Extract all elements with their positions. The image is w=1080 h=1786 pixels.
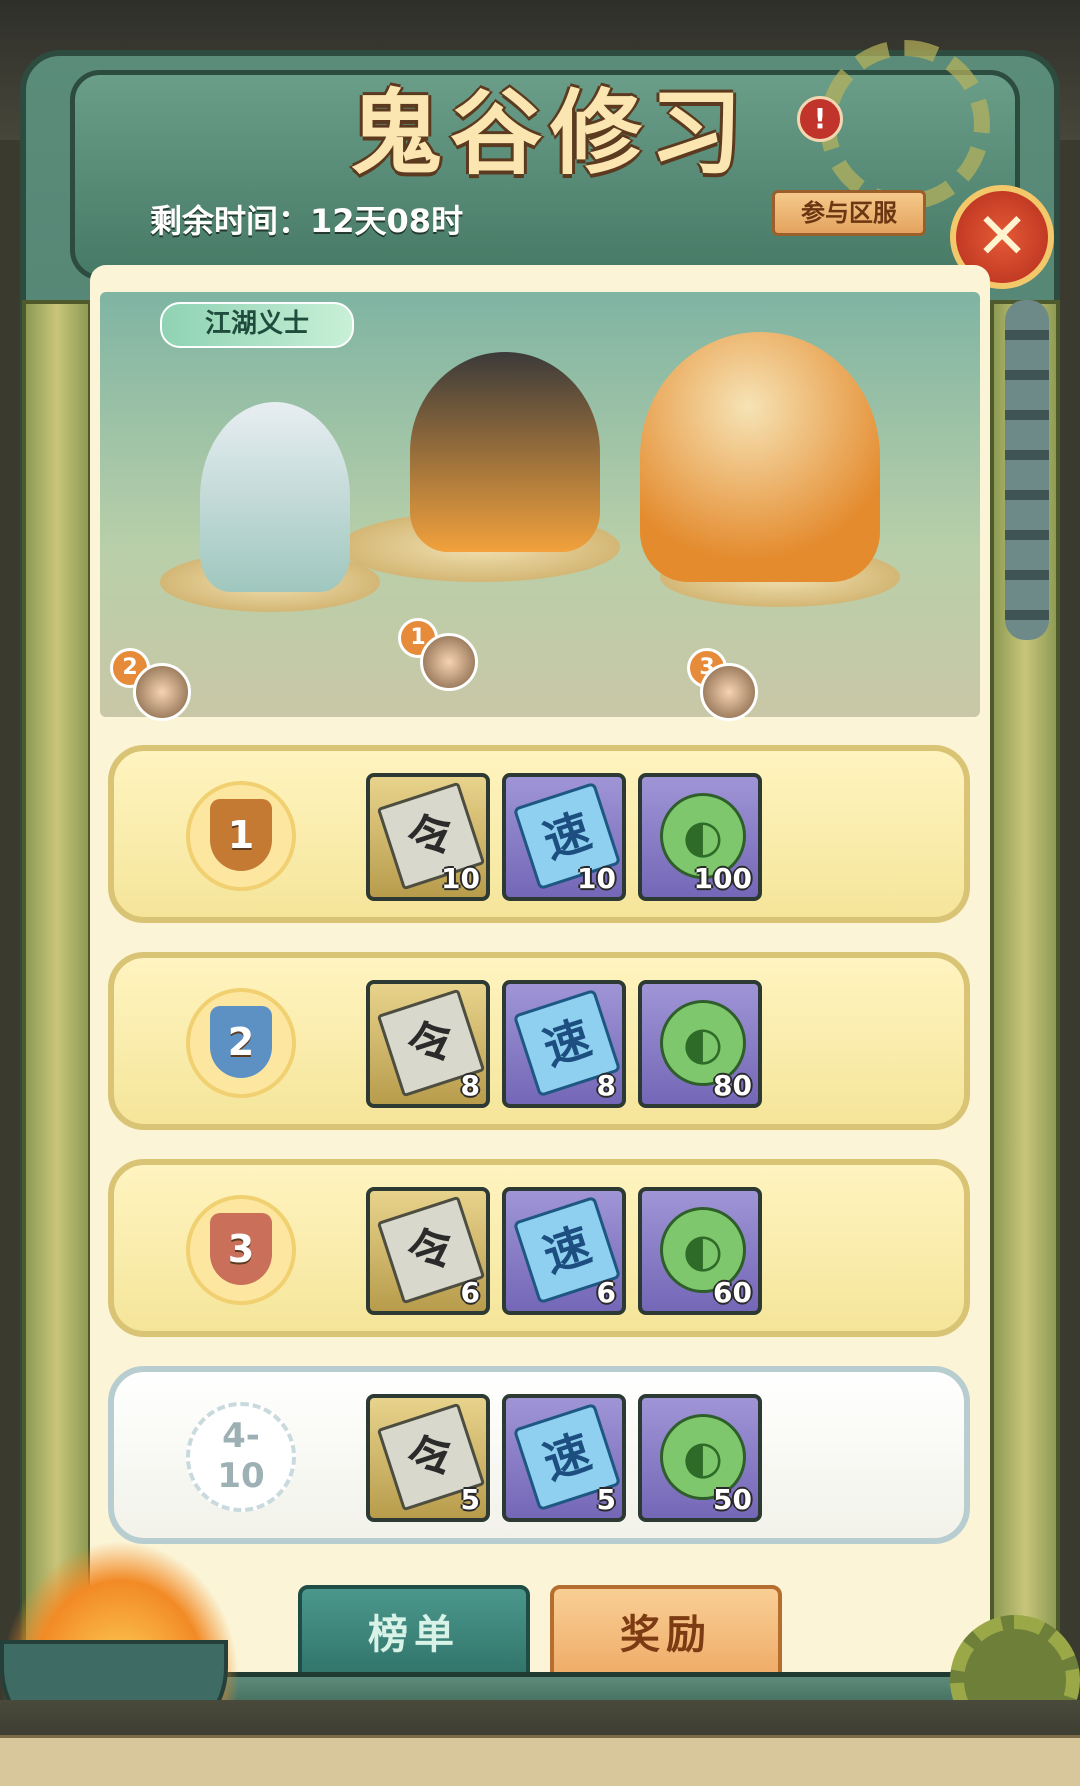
token-item[interactable]: 令 10 xyxy=(366,773,490,901)
jade-item[interactable]: ◐ 60 xyxy=(638,1187,762,1315)
rank-3-icon: 3 xyxy=(186,1195,296,1305)
jade-item[interactable]: ◐ 100 xyxy=(638,773,762,901)
gear-icon xyxy=(820,40,990,210)
rank-range-start: 4- xyxy=(222,1416,260,1456)
remaining-time: 剩余时间：12天08时 xyxy=(150,202,464,240)
speed-ticket-item[interactable]: 速 10 xyxy=(502,773,626,901)
hero-class-tag: 江湖义士 xyxy=(160,302,354,348)
item-count: 10 xyxy=(441,862,480,895)
rank-4-10-icon: 4- 10 xyxy=(186,1402,296,1512)
item-count: 10 xyxy=(577,862,616,895)
chain-decoration xyxy=(1005,300,1049,640)
rank-number: 3 xyxy=(210,1213,272,1285)
speed-ticket-item[interactable]: 速 5 xyxy=(502,1394,626,1522)
player-avatar[interactable] xyxy=(133,663,191,721)
token-item[interactable]: 令 6 xyxy=(366,1187,490,1315)
item-count: 80 xyxy=(713,1069,752,1102)
speed-ticket-item[interactable]: 速 8 xyxy=(502,980,626,1108)
item-count: 100 xyxy=(693,862,752,895)
alert-icon[interactable]: ! xyxy=(797,96,843,142)
item-count: 8 xyxy=(596,1069,616,1102)
item-count: 5 xyxy=(596,1483,616,1516)
participating-servers-button[interactable]: 参与区服 xyxy=(772,190,926,236)
player-avatar[interactable] xyxy=(700,663,758,721)
player-avatar[interactable] xyxy=(420,633,478,691)
reward-row-rank-1: 1 令 10 速 10 ◐ 100 xyxy=(108,745,970,923)
reward-row-rank-2: 2 令 8 速 8 ◐ 80 xyxy=(108,952,970,1130)
rank-number: 2 xyxy=(210,1006,272,1078)
reward-row-rank-3: 3 令 6 速 6 ◐ 60 xyxy=(108,1159,970,1337)
item-count: 6 xyxy=(596,1276,616,1309)
rank-number: 1 xyxy=(210,799,272,871)
ranking-button[interactable]: 榜单 xyxy=(298,1585,530,1685)
bottom-navigation-bar xyxy=(0,1735,1080,1786)
reward-button[interactable]: 奖励 xyxy=(550,1585,782,1685)
left-pillar xyxy=(22,300,92,1680)
hero-rider-donkey[interactable] xyxy=(200,402,350,592)
item-count: 50 xyxy=(713,1483,752,1516)
page-title: 鬼谷修习 xyxy=(349,79,750,187)
jade-item[interactable]: ◐ 50 xyxy=(638,1394,762,1522)
item-count: 60 xyxy=(713,1276,752,1309)
hero-rider-rooster[interactable] xyxy=(410,352,600,552)
hero-banner xyxy=(100,292,980,717)
rank-range-end: 10 xyxy=(217,1456,265,1496)
token-item[interactable]: 令 8 xyxy=(366,980,490,1108)
rank-range: 4- 10 xyxy=(190,1416,292,1496)
rank-1-icon: 1 xyxy=(186,781,296,891)
rank-2-icon: 2 xyxy=(186,988,296,1098)
item-count: 5 xyxy=(460,1483,480,1516)
hero-umbrella-gourd[interactable] xyxy=(640,332,880,582)
jade-item[interactable]: ◐ 80 xyxy=(638,980,762,1108)
item-count: 8 xyxy=(460,1069,480,1102)
speed-ticket-item[interactable]: 速 6 xyxy=(502,1187,626,1315)
reward-row-rank-4-10: 4- 10 令 5 速 5 ◐ 50 xyxy=(108,1366,970,1544)
item-count: 6 xyxy=(460,1276,480,1309)
token-item[interactable]: 令 5 xyxy=(366,1394,490,1522)
